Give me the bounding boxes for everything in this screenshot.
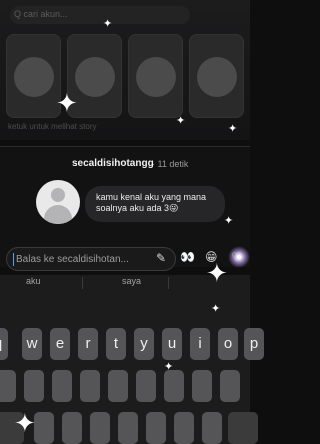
key[interactable] xyxy=(0,370,16,402)
background-avatar xyxy=(14,57,54,97)
suggestion-aku[interactable]: aku xyxy=(26,276,41,286)
key-o[interactable]: o xyxy=(218,328,238,360)
key[interactable] xyxy=(146,412,166,444)
key-y[interactable]: y xyxy=(134,328,154,360)
background-story-card xyxy=(6,34,61,118)
background-avatar xyxy=(75,57,115,97)
pencil-icon[interactable]: ✎ xyxy=(156,251,166,265)
key[interactable] xyxy=(164,370,184,402)
sparkle-icon: ✦ xyxy=(206,258,228,288)
reply-input-placeholder: Balas ke secaldisihotan... xyxy=(16,254,129,265)
key-e[interactable]: e xyxy=(50,328,70,360)
key[interactable] xyxy=(202,412,222,444)
key[interactable] xyxy=(24,370,44,402)
key-u[interactable]: u xyxy=(162,328,182,360)
sparkle-icon: ✦ xyxy=(14,408,36,438)
heart-icon[interactable]: ♡ xyxy=(231,250,242,264)
message-time: · 11 detik xyxy=(152,159,189,169)
key[interactable] xyxy=(192,370,212,402)
key[interactable] xyxy=(34,412,54,444)
key[interactable] xyxy=(90,412,110,444)
background-avatar xyxy=(136,57,176,97)
suggestion-separator xyxy=(82,277,83,289)
key[interactable] xyxy=(108,370,128,402)
sparkle-icon: ✦ xyxy=(228,123,238,135)
sender-username[interactable]: secaldisihotangg xyxy=(72,158,154,169)
reply-input[interactable]: Balas ke secaldisihotan... xyxy=(6,247,176,271)
background-feed: Q cari akun... ketuk untuk melihat story xyxy=(0,0,250,140)
key[interactable] xyxy=(220,370,240,402)
text-caret xyxy=(13,253,14,266)
sparkle-icon: ✦ xyxy=(224,215,234,227)
message-bubble: kamu kenal aku yang mana soalnya aku ada… xyxy=(85,186,225,222)
background-story-card xyxy=(189,34,244,118)
avatar[interactable] xyxy=(36,180,80,224)
background-avatar xyxy=(197,57,237,97)
avatar-head-shape xyxy=(51,188,65,202)
suggestion-saya[interactable]: saya xyxy=(122,276,141,286)
background-story-card xyxy=(128,34,183,118)
key[interactable] xyxy=(52,370,72,402)
key-t[interactable]: t xyxy=(106,328,126,360)
key[interactable] xyxy=(80,370,100,402)
sparkle-icon: ✦ xyxy=(103,18,113,30)
background-search-text: Q cari akun... xyxy=(14,9,68,19)
key[interactable] xyxy=(118,412,138,444)
backspace-key[interactable] xyxy=(228,412,258,444)
key-q[interactable]: q xyxy=(0,328,8,360)
sparkle-icon: ✦ xyxy=(164,361,174,373)
sparkle-icon: ✦ xyxy=(56,88,78,118)
key-r[interactable]: r xyxy=(78,328,98,360)
sparkle-icon: ✦ xyxy=(211,303,221,315)
key-i[interactable]: i xyxy=(190,328,210,360)
key-p[interactable]: p xyxy=(244,328,264,360)
eyes-emoji-button[interactable]: 👀 xyxy=(180,250,195,264)
key[interactable] xyxy=(174,412,194,444)
avatar-body-shape xyxy=(44,205,72,224)
suggestion-separator xyxy=(168,277,169,289)
background-footer-text: ketuk untuk melihat story xyxy=(8,122,97,131)
sparkle-icon: ✦ xyxy=(176,115,186,127)
key[interactable] xyxy=(62,412,82,444)
key-w[interactable]: w xyxy=(22,328,42,360)
key[interactable] xyxy=(136,370,156,402)
